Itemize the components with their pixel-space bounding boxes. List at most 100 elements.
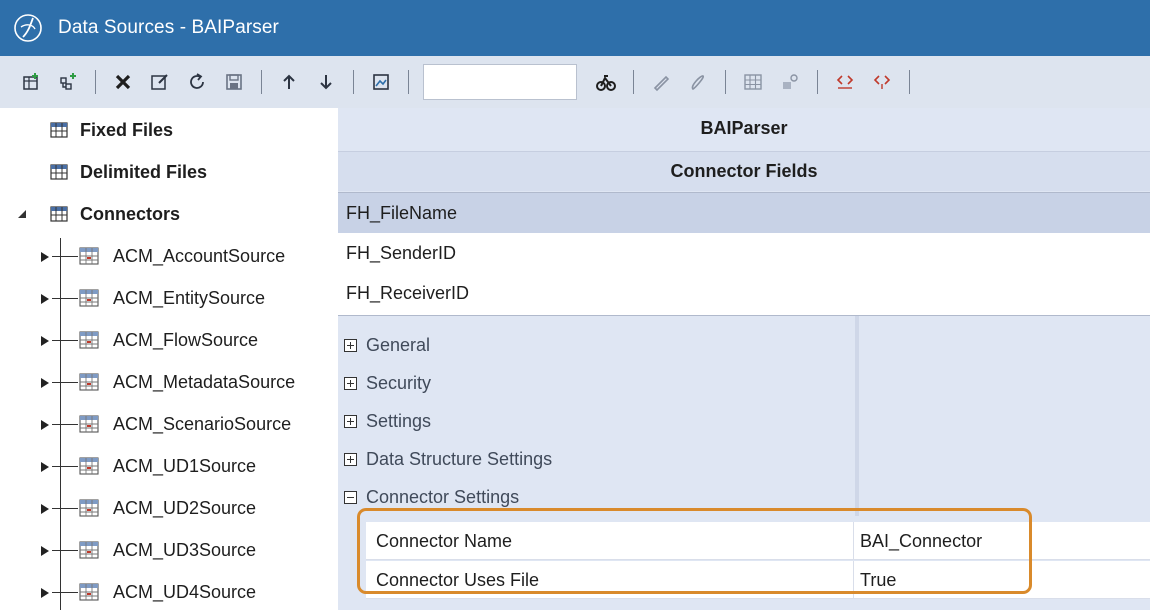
add-connector-icon[interactable] (51, 65, 85, 99)
table-icon (50, 206, 68, 227)
connector-icon (79, 331, 99, 354)
toolbar-separator (408, 70, 409, 94)
connector-fields-list: FH_FileName FH_SenderID FH_ReceiverID (338, 192, 1150, 316)
connector-icon (79, 541, 99, 564)
toolbar-separator (633, 70, 634, 94)
code-alt-icon[interactable] (865, 65, 899, 99)
tree-item-connector[interactable]: ACM_UD4Source (0, 572, 338, 610)
table-icon (50, 164, 68, 185)
delete-icon[interactable] (106, 65, 140, 99)
move-down-icon[interactable] (309, 65, 343, 99)
category-label: Security (366, 372, 432, 393)
tree-branch-line (52, 550, 78, 551)
expand-icon[interactable] (344, 376, 357, 390)
search-input[interactable] (423, 64, 577, 100)
collapse-arrow-icon[interactable] (16, 207, 28, 225)
toolbar-separator (725, 70, 726, 94)
expand-arrow-icon[interactable] (40, 502, 50, 520)
property-row-connector-name[interactable]: Connector Name BAI_Connector (366, 522, 1150, 560)
edit-icon[interactable] (644, 65, 678, 99)
code-icon[interactable] (828, 65, 862, 99)
tree-branch-line (52, 424, 78, 425)
grid-icon[interactable] (736, 65, 770, 99)
category-settings[interactable]: Settings (344, 402, 431, 440)
view-icon[interactable] (364, 65, 398, 99)
tree-item-label: ACM_UD3Source (113, 539, 257, 560)
expand-arrow-icon[interactable] (40, 250, 50, 268)
tree-branch-line (52, 466, 78, 467)
expand-arrow-icon[interactable] (40, 460, 50, 478)
tree-item-connectors[interactable]: Connectors (0, 194, 338, 234)
connector-icon (79, 415, 99, 438)
expand-arrow-icon[interactable] (40, 586, 50, 604)
list-item[interactable]: FH_SenderID (338, 233, 1150, 273)
tree-branch-line (52, 592, 78, 593)
tree-branch-line (52, 298, 78, 299)
tree-item-connector[interactable]: ACM_MetadataSource (0, 362, 338, 402)
tree-item-connector[interactable]: ACM_FlowSource (0, 320, 338, 360)
tree-item-connector[interactable]: ACM_UD3Source (0, 530, 338, 570)
expand-icon[interactable] (344, 414, 357, 428)
connector-icon (79, 247, 99, 270)
property-value[interactable]: BAI_Connector (860, 522, 982, 560)
property-name: Connector Name (376, 530, 513, 551)
expand-arrow-icon[interactable] (40, 544, 50, 562)
connector-icon (79, 373, 99, 396)
toolbar-separator (909, 70, 910, 94)
category-label: Settings (366, 410, 432, 431)
tree-item-label: ACM_UD1Source (113, 455, 257, 476)
move-up-icon[interactable] (272, 65, 306, 99)
rename-icon[interactable] (143, 65, 177, 99)
edit-disabled-icon[interactable] (681, 65, 715, 99)
category-connector-settings[interactable]: Connector Settings (344, 478, 519, 516)
add-fixed-file-icon[interactable] (14, 65, 48, 99)
tree-item-connector[interactable]: ACM_ScenarioSource (0, 404, 338, 444)
collapse-icon[interactable] (344, 490, 357, 504)
tree-branch-line (52, 508, 78, 509)
property-divider (853, 561, 854, 599)
category-label: Connector Settings (366, 486, 520, 507)
property-value[interactable]: True (860, 561, 896, 599)
connector-icon (79, 583, 99, 606)
grid-splitter[interactable] (855, 316, 859, 516)
toolbar (0, 56, 1150, 108)
expand-icon[interactable] (344, 338, 357, 352)
tree-item-connector[interactable]: ACM_UD1Source (0, 446, 338, 486)
connector-icon (79, 457, 99, 480)
tree-item-fixed-files[interactable]: Fixed Files (0, 110, 338, 150)
refresh-icon[interactable] (180, 65, 214, 99)
table-icon (50, 122, 68, 143)
list-item[interactable]: FH_FileName (338, 193, 1150, 233)
search-go-icon[interactable] (589, 65, 623, 99)
expand-arrow-icon[interactable] (40, 376, 50, 394)
tree-item-label: Connectors (80, 203, 181, 224)
tree-item-connector[interactable]: ACM_AccountSource (0, 236, 338, 276)
tree-branch-line (52, 382, 78, 383)
toolbar-separator (95, 70, 96, 94)
expand-icon[interactable] (344, 452, 357, 466)
category-security[interactable]: Security (344, 364, 431, 402)
tree-item-label: Delimited Files (80, 161, 208, 182)
tree-item-label: ACM_UD2Source (113, 497, 257, 518)
tree-branch-line (52, 256, 78, 257)
category-general[interactable]: General (344, 326, 430, 364)
list-item[interactable]: FH_ReceiverID (338, 273, 1150, 313)
tree-item-label: ACM_AccountSource (113, 245, 286, 266)
connector-icon (79, 289, 99, 312)
category-data-structure-settings[interactable]: Data Structure Settings (344, 440, 552, 478)
tree-item-label: ACM_UD4Source (113, 581, 257, 602)
property-row-connector-uses-file[interactable]: Connector Uses File True (366, 561, 1150, 599)
connector-icon (79, 499, 99, 522)
tree-item-delimited-files[interactable]: Delimited Files (0, 152, 338, 192)
save-icon[interactable] (217, 65, 251, 99)
expand-arrow-icon[interactable] (40, 418, 50, 436)
category-label: General (366, 334, 431, 355)
tree-item-connector[interactable]: ACM_EntitySource (0, 278, 338, 318)
tree-branch-line (52, 340, 78, 341)
category-label: Data Structure Settings (366, 448, 553, 469)
assign-icon[interactable] (773, 65, 807, 99)
expand-arrow-icon[interactable] (40, 334, 50, 352)
tree-item-connector[interactable]: ACM_UD2Source (0, 488, 338, 528)
expand-arrow-icon[interactable] (40, 292, 50, 310)
window-title: Data Sources - BAIParser (58, 17, 279, 38)
